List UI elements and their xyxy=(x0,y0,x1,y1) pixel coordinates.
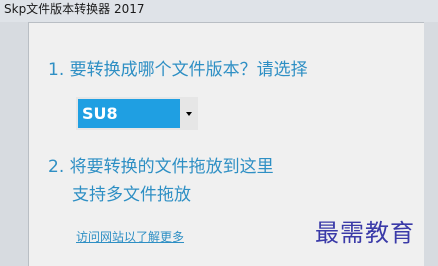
step2-instruction: 2. 将要转换的文件拖放到这里 xyxy=(48,157,274,177)
step1-instruction: 1. 要转换成哪个文件版本？请选择 xyxy=(48,60,308,80)
version-select-value: SU8 xyxy=(78,99,180,128)
version-select[interactable]: SU8 xyxy=(76,97,198,130)
watermark-text: 最需教育 xyxy=(315,219,415,247)
title-bar[interactable]: Skp文件版本转换器 2017 xyxy=(0,0,438,22)
app-window: Skp文件版本转换器 2017 1. 要转换成哪个文件版本？请选择 SU8 2.… xyxy=(0,0,438,266)
website-link[interactable]: 访问网站以了解更多 xyxy=(76,229,184,245)
step2-note: 支持多文件拖放 xyxy=(72,185,191,205)
window-title: Skp文件版本转换器 2017 xyxy=(4,2,145,16)
chevron-down-icon[interactable] xyxy=(182,99,196,128)
window-frame-right xyxy=(424,22,438,266)
window-frame-left xyxy=(0,22,28,266)
